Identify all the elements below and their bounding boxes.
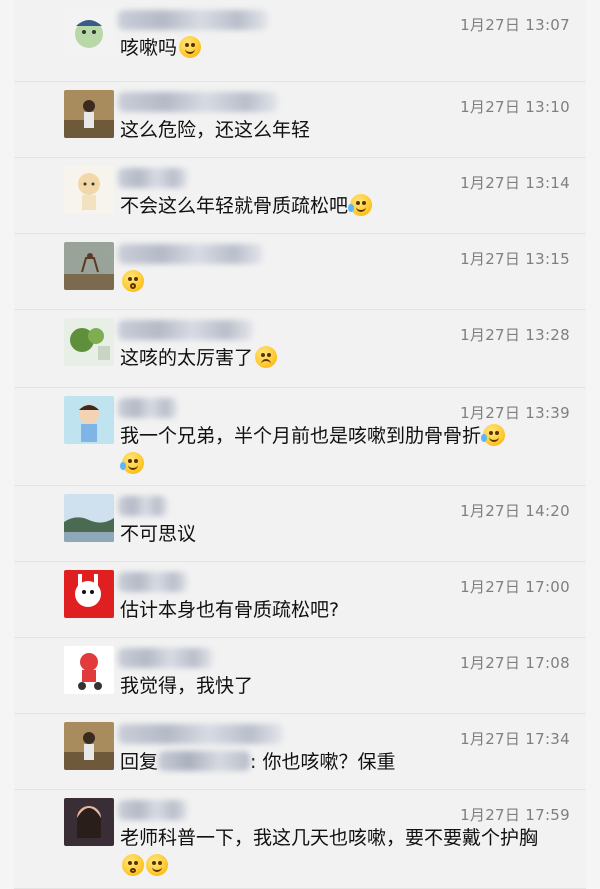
comment-item[interactable]: 1月27日 13:07 咳嗽吗 — [14, 0, 586, 82]
laugh-cry-icon — [348, 194, 373, 216]
flushed-icon — [122, 854, 144, 876]
comment-time: 1月27日 17:00 — [460, 578, 570, 596]
comment-time: 1月27日 13:28 — [460, 326, 570, 344]
comment-item[interactable]: 1月27日 17:00 估计本身也有骨质疏松吧? — [14, 562, 586, 638]
comment-text: 不会这么年轻就骨质疏松吧 — [120, 192, 556, 220]
grin-sweat-icon — [179, 36, 202, 58]
avatar[interactable] — [64, 242, 114, 290]
comment-time: 1月27日 13:10 — [460, 98, 570, 116]
avatar[interactable] — [64, 318, 114, 366]
comment-item[interactable]: 1月27日 17:59 老师科普一下，我这几天也咳嗽，要不要戴个护胸 — [14, 790, 586, 889]
comment-time: 1月27日 13:15 — [460, 250, 570, 268]
avatar[interactable] — [64, 90, 114, 138]
comment-time: 1月27日 13:39 — [460, 404, 570, 422]
username-redacted — [118, 648, 213, 668]
username-redacted — [118, 244, 263, 264]
avatar[interactable] — [64, 798, 114, 846]
comment-item[interactable]: 1月27日 13:15 — [14, 234, 586, 310]
username-redacted — [118, 92, 278, 112]
comment-text: 估计本身也有骨质疏松吧? — [120, 599, 340, 621]
avatar[interactable] — [64, 646, 114, 694]
wince-icon — [255, 346, 278, 368]
comment-text: 这么危险，还这么年轻 — [120, 119, 311, 141]
avatar[interactable] — [64, 570, 114, 618]
comment-item[interactable]: 1月27日 13:14 不会这么年轻就骨质疏松吧 — [14, 158, 586, 234]
comment-time: 1月27日 13:07 — [460, 16, 570, 34]
username-redacted — [118, 168, 188, 188]
comment-item[interactable]: 1月27日 17:08 我觉得，我快了 — [14, 638, 586, 714]
laugh-cry-icon — [120, 452, 144, 474]
comment-item[interactable]: 1月27日 13:39 我一个兄弟，半个月前也是咳嗽到肋骨骨折 — [14, 388, 586, 486]
comment-text: 不可思议 — [120, 523, 197, 545]
username-redacted — [118, 572, 188, 592]
comment-time: 1月27日 13:14 — [460, 174, 570, 192]
comment-text: 老师科普一下，我这几天也咳嗽，要不要戴个护胸 — [120, 824, 556, 880]
comment-text: 回复: 你也咳嗽？保重 — [120, 751, 396, 773]
comment-time: 1月27日 17:59 — [460, 806, 570, 824]
comment-time: 1月27日 17:34 — [460, 730, 570, 748]
dizzy-icon — [146, 854, 168, 876]
comment-text: 我觉得，我快了 — [120, 675, 254, 697]
laugh-cry-icon — [481, 424, 506, 446]
shocked-icon — [122, 270, 144, 292]
avatar[interactable] — [64, 166, 114, 214]
username-redacted — [118, 10, 268, 30]
comment-time: 1月27日 17:08 — [460, 654, 570, 672]
comment-time: 1月27日 14:20 — [460, 502, 570, 520]
username-redacted — [118, 320, 253, 340]
comment-text — [120, 268, 556, 296]
username-redacted — [118, 496, 168, 516]
comment-feed: 1月27日 13:07 咳嗽吗 1月27日 13:10 这么危险，还这么年轻 1… — [0, 0, 600, 889]
username-redacted — [118, 398, 178, 418]
comment-item[interactable]: 1月27日 14:20 不可思议 — [14, 486, 586, 562]
comment-text: 咳嗽吗 — [120, 34, 556, 62]
avatar[interactable] — [64, 494, 114, 542]
reply-target-redacted — [158, 751, 251, 771]
username-redacted — [118, 724, 283, 744]
username-redacted — [118, 800, 188, 820]
avatar[interactable] — [64, 722, 114, 770]
comment-item[interactable]: 1月27日 13:10 这么危险，还这么年轻 — [14, 82, 586, 158]
comment-item[interactable]: 1月27日 17:34 回复: 你也咳嗽？保重 — [14, 714, 586, 790]
avatar[interactable] — [64, 8, 114, 56]
comment-item[interactable]: 1月27日 13:28 这咳的太厉害了 — [14, 310, 586, 388]
comment-text: 这咳的太厉害了 — [120, 344, 556, 372]
avatar[interactable] — [64, 396, 114, 444]
comment-text: 我一个兄弟，半个月前也是咳嗽到肋骨骨折 — [120, 422, 556, 478]
